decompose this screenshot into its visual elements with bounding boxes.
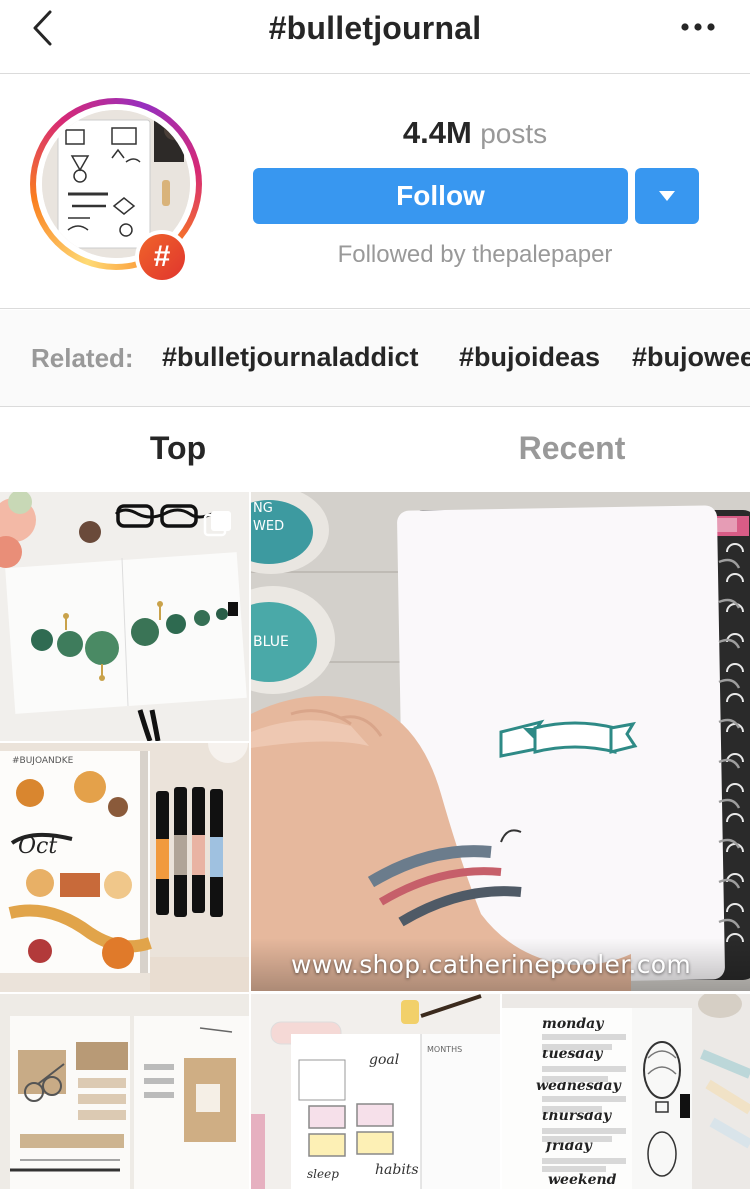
planner-word: weekend	[548, 1172, 617, 1188]
hashtag-avatar[interactable]: #	[30, 98, 202, 284]
planner-word: sleep	[307, 1167, 339, 1181]
related-tag-link[interactable]: #bujoideas	[459, 342, 600, 373]
post-thumbnail[interactable]	[0, 994, 249, 1189]
posts-count-label: posts	[480, 118, 548, 149]
multiple-photos-icon	[203, 511, 231, 537]
related-tag-link[interactable]: #bulletjournaladdict	[162, 342, 419, 373]
hashtag-profile-section: # 4.4M posts Follow Followed by thepalep…	[0, 75, 750, 309]
followed-by-text[interactable]: Followed by thepalepaper	[252, 241, 698, 269]
svg-text:Oct: Oct	[18, 834, 57, 859]
more-horizontal-icon	[681, 23, 715, 31]
related-hashtags-bar: Related: #bulletjournaladdict #bujoideas…	[0, 310, 750, 407]
related-label: Related:	[31, 343, 134, 373]
caret-down-icon	[659, 191, 675, 201]
post-thumbnail[interactable]: goal MONTHS habits sleep	[251, 994, 500, 1189]
tab-recent[interactable]: Recent	[394, 430, 750, 467]
posts-count-value: 4.4M	[402, 115, 472, 150]
video-watermark: www.shop.catherinepooler.com	[291, 950, 692, 979]
post-thumbnail[interactable]: #BUJOANDKE Oct	[0, 743, 249, 992]
post-thumbnail[interactable]: monday tuesday wednesday thursday friday…	[502, 994, 750, 1189]
more-options-button[interactable]	[672, 12, 724, 42]
follow-button[interactable]: Follow	[253, 168, 628, 224]
follow-options-dropdown[interactable]	[635, 168, 699, 224]
hashtag-icon: #	[139, 234, 185, 280]
planner-word: goal	[369, 1052, 399, 1068]
page-title: #bulletjournal	[268, 10, 482, 46]
ink-label: BLUE	[253, 634, 289, 650]
tab-top[interactable]: Top	[0, 430, 356, 467]
planner-word: habits	[375, 1162, 419, 1178]
post-grid: NG WED BLUE www.shop.catherinepooler.com…	[0, 492, 750, 1189]
planner-word: monday	[542, 1016, 604, 1032]
posts-count: 4.4M posts	[252, 115, 698, 151]
ink-label: NG	[253, 501, 273, 516]
ink-label: WED	[253, 519, 284, 534]
post-thumbnail[interactable]	[0, 492, 249, 741]
planner-heading: MONTHS	[427, 1045, 462, 1054]
top-nav-bar: #bulletjournal	[0, 0, 750, 74]
related-tag-link[interactable]: #bujoweek	[632, 342, 750, 373]
post-thumbnail[interactable]: NG WED BLUE www.shop.catherinepooler.com	[251, 492, 750, 991]
photo-stamp: #BUJOANDKE	[12, 756, 74, 766]
hashtag-badge: #	[135, 230, 189, 284]
feed-tabs: Top Recent	[0, 408, 750, 492]
